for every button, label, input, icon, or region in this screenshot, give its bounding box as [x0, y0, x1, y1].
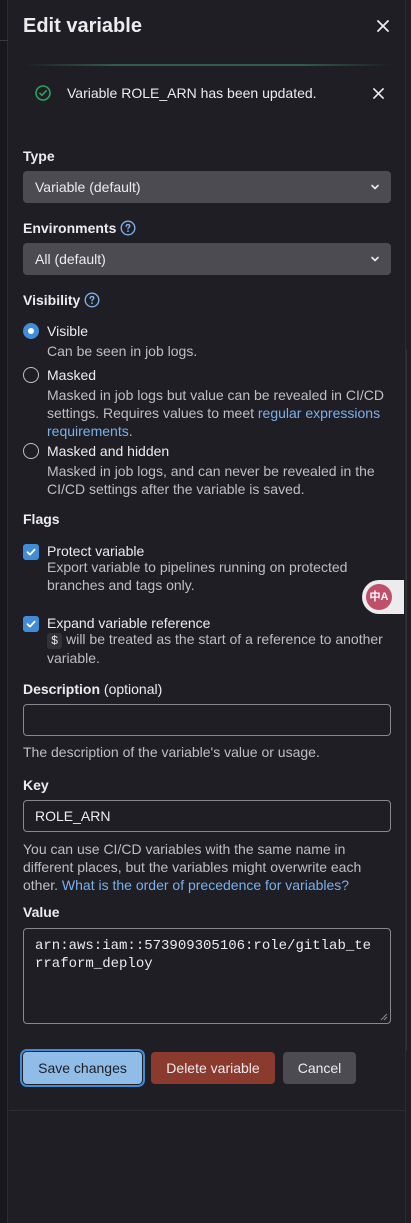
dollar-code: $	[47, 633, 63, 649]
protect-variable-checkbox[interactable]	[23, 544, 39, 560]
value-textarea[interactable]: arn:aws:iam::573909305106:role/gitlab_te…	[23, 928, 391, 1024]
alert-message: Variable ROLE_ARN has been updated.	[67, 85, 317, 101]
environments-label: Environments	[23, 220, 136, 236]
edit-variable-drawer: Edit variable Variable ROLE_ARN has been…	[9, 0, 405, 1223]
page-edge-divider	[0, 40, 8, 41]
environments-select-value: All (default)	[35, 251, 106, 267]
delete-variable-button[interactable]: Delete variable	[151, 1052, 275, 1084]
key-label: Key	[23, 777, 49, 793]
option-description: Masked in job logs but value can be reve…	[47, 386, 387, 440]
success-alert: Variable ROLE_ARN has been updated.	[23, 70, 393, 118]
chevron-down-icon	[371, 184, 379, 190]
option-description-end: .	[128, 423, 133, 439]
scroll-track	[406, 350, 411, 1050]
type-select-value: Variable (default)	[35, 179, 141, 195]
precedence-link[interactable]: What is the order of precedence for vari…	[62, 877, 349, 893]
check-circle-icon	[35, 85, 51, 101]
save-changes-button[interactable]: Save changes	[23, 1052, 142, 1084]
question-circle-icon[interactable]	[120, 220, 136, 236]
close-drawer-button[interactable]	[373, 16, 393, 36]
chevron-down-icon	[371, 256, 379, 262]
drawer-header: Edit variable	[23, 12, 393, 40]
value-text: arn:aws:iam::573909305106:role/gitlab_te…	[35, 938, 372, 972]
option-title: Masked	[47, 367, 97, 383]
visibility-label-text: Visibility	[23, 292, 81, 308]
option-description: Can be seen in job logs.	[47, 343, 198, 359]
option-title: Visible	[47, 323, 88, 339]
description-label: Description (optional)	[23, 681, 162, 697]
description-label-text: Description	[23, 681, 101, 697]
option-description: Export variable to pipelines running on …	[47, 559, 348, 593]
background-page-edge	[0, 0, 8, 1223]
visibility-label: Visibility	[23, 292, 100, 308]
environments-label-text: Environments	[23, 220, 117, 236]
flags-label: Flags	[23, 511, 60, 527]
success-divider	[23, 64, 393, 66]
type-label: Type	[23, 148, 55, 164]
translate-icon: 中A	[366, 584, 392, 610]
optional-tag: (optional)	[103, 681, 163, 697]
radio-masked[interactable]	[23, 367, 39, 383]
checkmark-icon	[26, 548, 36, 556]
translate-extension-badge[interactable]: 中A	[362, 580, 404, 614]
resize-handle-icon[interactable]	[380, 1013, 388, 1021]
footer-divider	[9, 1110, 405, 1111]
close-icon	[372, 87, 384, 99]
option-title: Masked and hidden	[47, 443, 170, 459]
question-circle-icon[interactable]	[84, 292, 100, 308]
option-description-text: will be treated as the start of a refere…	[47, 631, 383, 666]
value-label: Value	[23, 904, 60, 920]
radio-visible[interactable]	[23, 323, 39, 339]
radio-masked-hidden[interactable]	[23, 443, 39, 459]
close-icon	[377, 20, 389, 32]
type-select[interactable]: Variable (default)	[23, 171, 391, 203]
dismiss-alert-button[interactable]	[369, 84, 387, 102]
option-description: Masked in job logs, and can never be rev…	[47, 463, 375, 497]
checkmark-icon	[26, 620, 36, 628]
page-scrollbar[interactable]	[405, 0, 411, 1223]
description-input[interactable]	[23, 704, 391, 736]
description-help: The description of the variable's value …	[23, 744, 320, 760]
expand-variable-checkbox[interactable]	[23, 616, 39, 632]
key-input[interactable]: ROLE_ARN	[23, 800, 391, 832]
key-help: You can use CI/CD variables with the sam…	[23, 840, 393, 894]
environments-select[interactable]: All (default)	[23, 243, 391, 275]
drawer-title: Edit variable	[23, 15, 142, 37]
option-description: $ will be treated as the start of a refe…	[47, 630, 387, 667]
cancel-button[interactable]: Cancel	[283, 1052, 356, 1084]
